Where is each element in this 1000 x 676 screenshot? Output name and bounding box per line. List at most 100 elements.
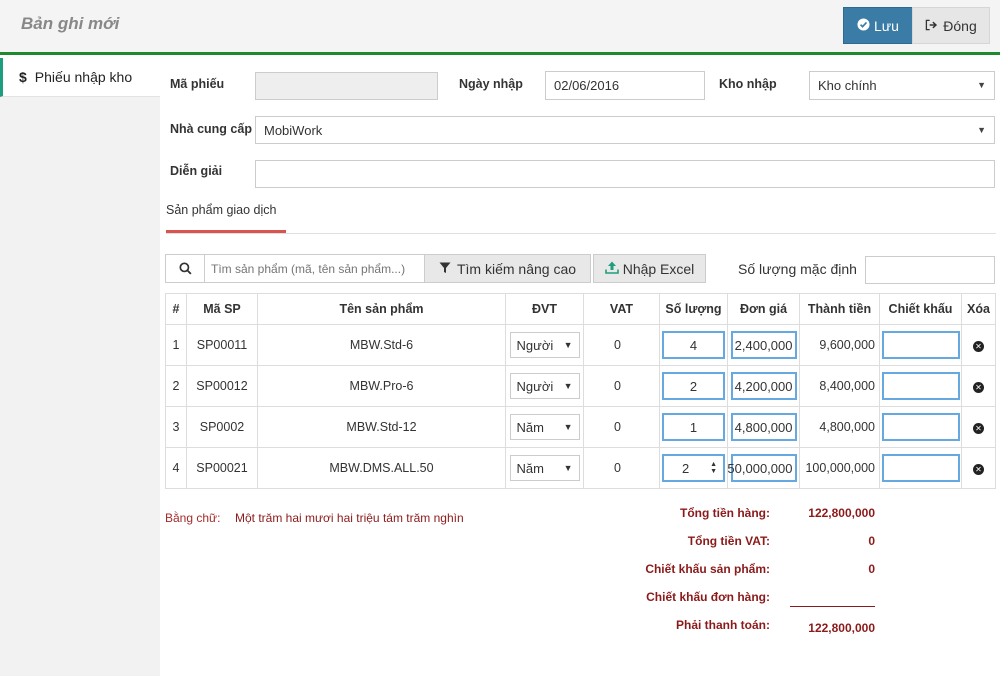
page-title: Bản ghi mới	[21, 14, 120, 33]
ngay-nhap-value: 02/06/2016	[554, 78, 620, 93]
advanced-search-button[interactable]: Tìm kiếm nâng cao	[424, 254, 591, 283]
col-header-delete: Xóa	[961, 293, 996, 325]
price-value: 50,000,000	[727, 460, 793, 476]
top-bar: Bản ghi mới Lưu Đóng	[0, 0, 1000, 55]
delete-circle-icon[interactable]: ✕	[973, 464, 984, 475]
unit-value: Người	[516, 378, 554, 394]
products-table: # Mã SP Tên sản phẩm ĐVT VAT Số lượng Đơ…	[165, 293, 996, 489]
unit-select[interactable]: Năm ▼	[509, 414, 580, 440]
discount-input[interactable]	[881, 372, 960, 400]
vat-value: 0	[583, 447, 660, 489]
caret-down-icon: ▼	[977, 125, 986, 135]
qty-value: 2	[689, 378, 698, 394]
search-input[interactable]	[205, 255, 424, 282]
close-button[interactable]: Đóng	[912, 7, 990, 44]
product-code: SP0002	[186, 406, 258, 448]
delete-circle-icon[interactable]: ✕	[973, 341, 984, 352]
dollar-icon: $	[19, 69, 27, 85]
price-value: 4,800,000	[734, 419, 793, 435]
vat-value: 0	[583, 365, 660, 407]
row-index: 3	[165, 406, 187, 448]
line-total: 4,800,000	[799, 406, 880, 448]
nha-cung-cap-select[interactable]: MobiWork ▼	[255, 116, 995, 144]
kho-nhap-value: Kho chính	[818, 78, 877, 93]
caret-down-icon: ▼	[563, 381, 573, 391]
row-index: 1	[165, 324, 187, 366]
table-row: 1 SP00011 MBW.Std-6 Người ▼ 0 4 2,400,000…	[165, 324, 996, 366]
amount-in-words-label: Bằng chữ:	[165, 511, 221, 525]
unit-select[interactable]: Người ▼	[509, 332, 580, 358]
close-button-label: Đóng	[943, 17, 977, 34]
save-button-label: Lưu	[874, 17, 899, 34]
discount-input[interactable]	[881, 413, 960, 441]
qty-value: 2	[682, 460, 690, 476]
col-header-index: #	[165, 293, 187, 325]
vat-value: 0	[583, 324, 660, 366]
chiet-khau-don-hang-underline	[790, 606, 875, 607]
tong-tien-vat-label: Tổng tiền VAT:	[687, 534, 770, 548]
save-button[interactable]: Lưu	[843, 7, 913, 44]
col-header-total: Thành tiền	[799, 293, 880, 325]
product-code: SP00021	[186, 447, 258, 489]
caret-down-icon: ▼	[563, 422, 573, 432]
spinner-icon[interactable]: ▲ ▼	[710, 461, 717, 475]
price-input[interactable]: 4,200,000	[730, 372, 797, 400]
price-value: 2,400,000	[734, 337, 793, 353]
discount-input[interactable]	[881, 454, 960, 482]
price-input[interactable]: 4,800,000	[730, 413, 797, 441]
product-name: MBW.DMS.ALL.50	[257, 447, 506, 489]
qty-value: 1	[689, 419, 698, 435]
amount-in-words-value: Một trăm hai mươi hai triệu tám trăm ngh…	[235, 511, 464, 525]
col-header-code: Mã SP	[186, 293, 258, 325]
ngay-nhap-field[interactable]: 02/06/2016	[545, 71, 705, 100]
check-circle-icon	[857, 17, 870, 34]
nha-cung-cap-value: MobiWork	[264, 122, 323, 138]
chiet-khau-don-hang-label: Chiết khấu đơn hàng:	[646, 590, 770, 604]
chiet-khau-san-pham-label: Chiết khấu sản phẩm:	[645, 562, 770, 576]
col-header-price: Đơn giá	[727, 293, 800, 325]
unit-select[interactable]: Người ▼	[509, 373, 580, 399]
col-header-qty: Số lượng	[659, 293, 728, 325]
price-input[interactable]: 2,400,000	[730, 331, 797, 359]
discount-input[interactable]	[881, 331, 960, 359]
qty-value: 4	[689, 337, 698, 353]
price-input[interactable]: 50,000,000	[727, 454, 797, 482]
product-name: MBW.Pro-6	[257, 365, 506, 407]
qty-input[interactable]: 1	[662, 413, 725, 441]
product-search	[165, 254, 425, 283]
filter-icon	[439, 261, 451, 277]
product-code: SP00012	[186, 365, 258, 407]
line-total: 100,000,000	[799, 447, 880, 489]
delete-circle-icon[interactable]: ✕	[973, 423, 984, 434]
delete-circle-icon[interactable]: ✕	[973, 382, 984, 393]
vat-value: 0	[583, 406, 660, 448]
phai-thanh-toan-value: 122,800,000	[808, 621, 875, 635]
ngay-nhap-label: Ngày nhập	[459, 77, 523, 91]
import-excel-label: Nhập Excel	[622, 260, 695, 277]
advanced-search-label: Tìm kiếm nâng cao	[456, 260, 577, 277]
qty-input[interactable]: 4	[662, 331, 725, 359]
default-qty-input[interactable]	[865, 256, 995, 284]
unit-value: Năm	[516, 419, 544, 435]
qty-input[interactable]: 2	[662, 372, 725, 400]
kho-nhap-select[interactable]: Kho chính ▼	[809, 71, 995, 100]
chiet-khau-san-pham-value: 0	[868, 562, 875, 576]
dien-giai-field[interactable]	[255, 160, 995, 188]
unit-value: Năm	[516, 460, 544, 476]
dien-giai-label: Diễn giải	[170, 164, 223, 178]
unit-value: Người	[516, 337, 554, 353]
caret-down-icon: ▼	[563, 340, 573, 350]
sidebar-item-label: Phiếu nhập kho	[34, 69, 133, 85]
tab-san-pham-giao-dich[interactable]: Sản phẩm giao dịch	[166, 203, 277, 217]
upload-icon	[604, 261, 619, 277]
product-code: SP00011	[186, 324, 258, 366]
tong-tien-hang-value: 122,800,000	[808, 506, 875, 520]
search-icon[interactable]	[166, 255, 205, 282]
sign-out-icon	[925, 18, 938, 34]
sidebar-item-phieu-nhap-kho[interactable]: $ Phiếu nhập kho	[0, 58, 160, 97]
nha-cung-cap-label: Nhà cung cấp	[170, 122, 252, 136]
tong-tien-vat-value: 0	[868, 534, 875, 548]
import-excel-button[interactable]: Nhập Excel	[593, 254, 706, 283]
qty-input[interactable]: 2 ▲ ▼	[662, 454, 725, 482]
unit-select[interactable]: Năm ▼	[509, 455, 580, 481]
